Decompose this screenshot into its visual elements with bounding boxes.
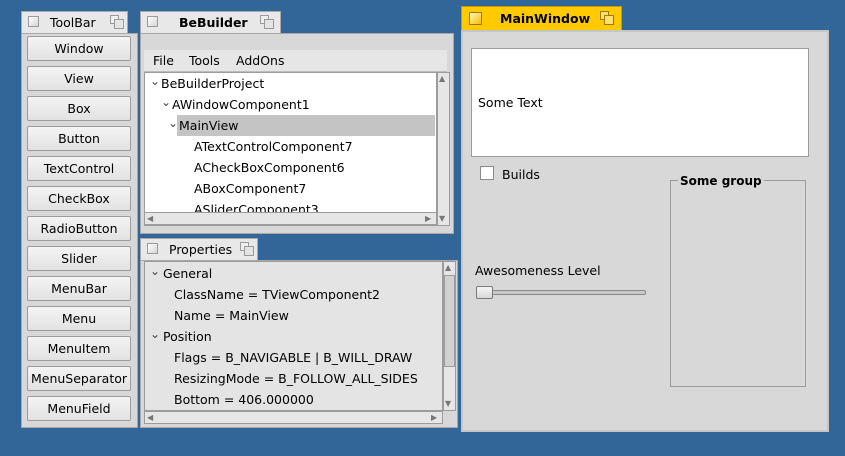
- close-box-icon[interactable]: [469, 12, 482, 25]
- property-group-label: General: [163, 266, 213, 281]
- close-box-icon[interactable]: [28, 16, 39, 27]
- text-control[interactable]: Some Text: [471, 48, 809, 157]
- property-label: ClassName = TViewComponent2: [174, 287, 381, 302]
- menu-addons[interactable]: AddOns: [236, 53, 284, 68]
- close-box-icon[interactable]: [147, 16, 158, 27]
- tree-row[interactable]: ABoxComponent7: [145, 178, 435, 199]
- property-label: ResizingMode = B_FOLLOW_ALL_SIDES: [174, 371, 418, 386]
- project-tree[interactable]: ⌄ BeBuilderProject ⌄ AWindowComponent1 ⌄ Main…: [144, 72, 437, 226]
- toolbar-tab[interactable]: ToolBar: [21, 11, 128, 33]
- properties-vertical-scrollbar[interactable]: ▲ ▼: [443, 261, 456, 411]
- scroll-left-arrow-icon[interactable]: ◀: [147, 413, 153, 422]
- close-box-icon[interactable]: [147, 243, 158, 254]
- toolbar-button-checkbox[interactable]: CheckBox: [27, 186, 131, 211]
- main-window-tab[interactable]: MainWindow: [461, 6, 622, 30]
- properties-outline[interactable]: ⌄ General ClassName = TViewComponent2 Name …: [144, 261, 443, 411]
- zoom-box-icon[interactable]: [240, 242, 254, 256]
- toolbar-button-menuseparator[interactable]: MenuSeparator: [27, 366, 131, 391]
- slider-label: Awesomeness Level: [475, 263, 601, 278]
- tree-vertical-scrollbar[interactable]: ▲ ▼: [437, 72, 450, 226]
- properties-scroll-thumb[interactable]: [444, 275, 455, 367]
- tree-row[interactable]: ⌄ MainView: [168, 115, 435, 136]
- toolbar-title: ToolBar: [50, 15, 96, 30]
- properties-tab[interactable]: Properties: [140, 238, 258, 260]
- scroll-down-arrow-icon[interactable]: ▼: [439, 214, 445, 223]
- scroll-left-arrow-icon[interactable]: ◀: [147, 214, 153, 223]
- menu-bar: File Tools AddOns: [144, 50, 447, 72]
- toolbar-button-slider[interactable]: Slider: [27, 246, 131, 271]
- main-window: MainWindow Some Text Builds Awesomeness …: [461, 6, 829, 432]
- toolbar-button-menufield[interactable]: MenuField: [27, 396, 131, 421]
- tree-row[interactable]: ⌄ AWindowComponent1: [145, 94, 435, 115]
- main-window-frame: Some Text Builds Awesomeness Level Some …: [461, 30, 829, 432]
- property-row[interactable]: Bottom = 406.000000: [145, 389, 435, 410]
- tree-row-label: AWindowComponent1: [172, 97, 310, 112]
- tree-row-label: ATextControlComponent7: [194, 139, 353, 154]
- awesomeness-slider-thumb[interactable]: [476, 286, 493, 299]
- toolbar-button-view[interactable]: View: [27, 66, 131, 91]
- menu-file[interactable]: File: [153, 53, 174, 68]
- expand-arrow-icon[interactable]: ⌄: [150, 74, 160, 88]
- expand-arrow-icon[interactable]: ⌄: [168, 116, 178, 130]
- toolbar-button-menubar[interactable]: MenuBar: [27, 276, 131, 301]
- zoom-box-icon[interactable]: [600, 11, 614, 25]
- toolbar-button-button[interactable]: Button: [27, 126, 131, 151]
- bebuilder-tab[interactable]: BeBuilder: [140, 11, 281, 33]
- scroll-up-arrow-icon[interactable]: ▲: [445, 263, 451, 272]
- scroll-up-arrow-icon[interactable]: ▲: [439, 74, 445, 83]
- zoom-box-icon[interactable]: [260, 15, 274, 29]
- tree-row[interactable]: ⌄ BeBuilderProject: [145, 73, 435, 94]
- builds-checkbox[interactable]: [480, 166, 494, 180]
- group-label: Some group: [678, 174, 764, 188]
- zoom-box-icon[interactable]: [110, 15, 124, 29]
- toolbar-button-radiobutton[interactable]: RadioButton: [27, 216, 131, 241]
- some-group-box: Some group: [670, 174, 806, 387]
- scroll-right-arrow-icon[interactable]: ▶: [431, 413, 437, 422]
- toolbar-button-box[interactable]: Box: [27, 96, 131, 121]
- properties-title: Properties: [169, 242, 233, 257]
- bebuilder-window: BeBuilder File Tools AddOns ⌄ BeBuilderPr…: [140, 11, 454, 234]
- property-group-row[interactable]: ⌄ Position: [145, 326, 435, 347]
- property-group-row[interactable]: ⌄ General: [145, 263, 435, 284]
- menu-tools[interactable]: Tools: [189, 53, 220, 68]
- text-control-value: Some Text: [478, 95, 543, 110]
- property-group-label: Position: [163, 329, 212, 344]
- property-row[interactable]: Flags = B_NAVIGABLE | B_WILL_DRAW: [145, 347, 435, 368]
- properties-horizontal-scrollbar[interactable]: ◀ ▶: [144, 411, 443, 424]
- property-row[interactable]: ResizingMode = B_FOLLOW_ALL_SIDES: [145, 368, 435, 389]
- toolbar-window: ToolBar Window View Box Button TextControl Ch…: [21, 11, 138, 428]
- toolbar-button-menu[interactable]: Menu: [27, 306, 131, 331]
- expand-arrow-icon[interactable]: ⌄: [150, 264, 160, 278]
- expand-arrow-icon[interactable]: ⌄: [161, 95, 171, 109]
- property-row[interactable]: Name = MainView: [145, 305, 435, 326]
- toolbar-button-textcontrol[interactable]: TextControl: [27, 156, 131, 181]
- properties-window: Properties ⌄ General ClassName = TViewComp…: [140, 238, 458, 428]
- scroll-right-arrow-icon[interactable]: ▶: [425, 214, 431, 223]
- awesomeness-slider-track[interactable]: [477, 290, 646, 295]
- property-label: Flags = B_NAVIGABLE | B_WILL_DRAW: [174, 350, 413, 365]
- scroll-down-arrow-icon[interactable]: ▼: [445, 399, 451, 408]
- toolbar-button-menuitem[interactable]: MenuItem: [27, 336, 131, 361]
- builds-checkbox-label[interactable]: Builds: [502, 167, 540, 182]
- tree-row-label: MainView: [179, 118, 239, 133]
- toolbar-frame: Window View Box Button TextControl CheckBox Ra…: [21, 33, 138, 428]
- tree-row-label: BeBuilderProject: [161, 76, 265, 91]
- toolbar-button-window[interactable]: Window: [27, 36, 131, 61]
- tree-row-label: ACheckBoxComponent6: [194, 160, 345, 175]
- properties-frame: ⌄ General ClassName = TViewComponent2 Name …: [140, 260, 458, 428]
- property-label: Name = MainView: [174, 308, 289, 323]
- main-window-title: MainWindow: [500, 11, 591, 26]
- property-row[interactable]: ClassName = TViewComponent2: [145, 284, 435, 305]
- tree-row-label: ABoxComponent7: [194, 181, 307, 196]
- bebuilder-frame: File Tools AddOns ⌄ BeBuilderProject ⌄ AWin…: [140, 33, 454, 234]
- expand-arrow-icon[interactable]: ⌄: [150, 327, 160, 341]
- bebuilder-title: BeBuilder: [179, 15, 248, 30]
- tree-row[interactable]: ATextControlComponent7: [145, 136, 435, 157]
- property-label: Bottom = 406.000000: [174, 392, 314, 407]
- tree-row[interactable]: ACheckBoxComponent6: [145, 157, 435, 178]
- tree-horizontal-scrollbar[interactable]: ◀ ▶: [145, 212, 436, 225]
